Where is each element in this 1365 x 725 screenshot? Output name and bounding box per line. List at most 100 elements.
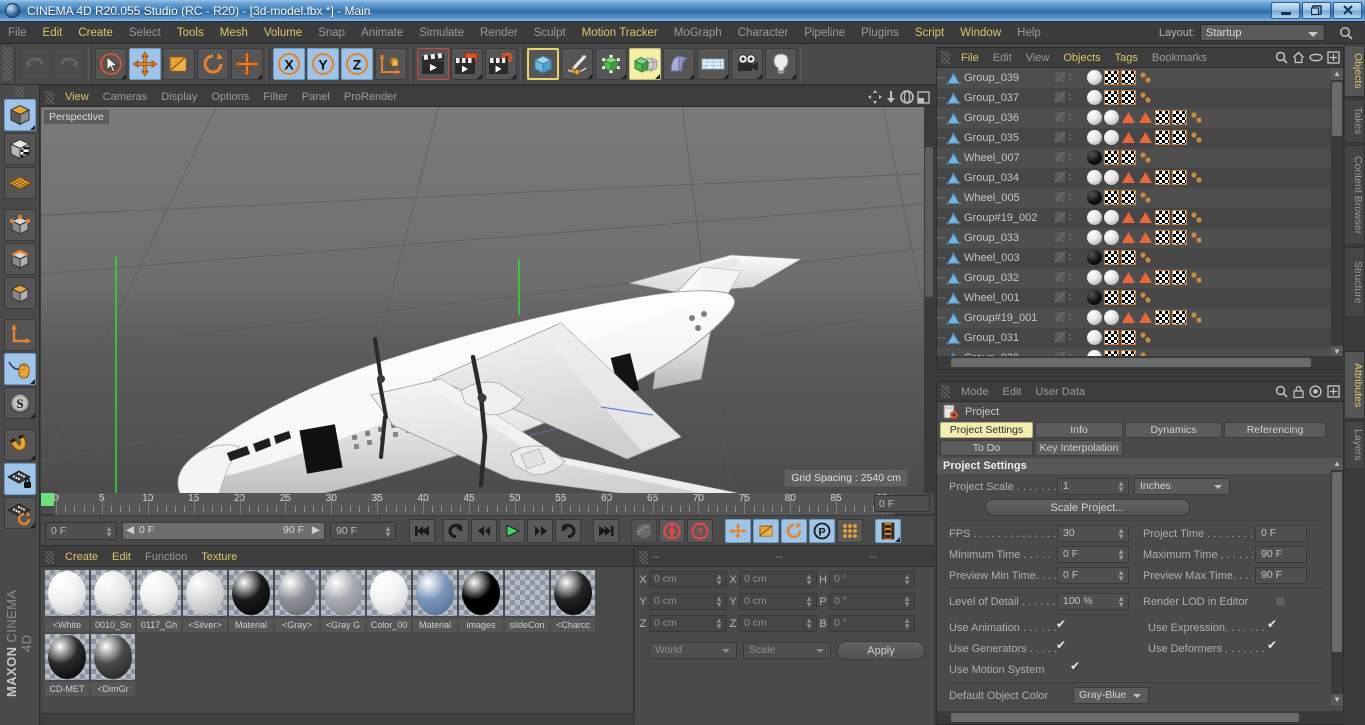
- object-enable-toggle[interactable]: [1054, 271, 1066, 283]
- viewport-menu-view[interactable]: View: [58, 91, 96, 103]
- points-mode-button[interactable]: [3, 209, 36, 241]
- phong-tag[interactable]: [1121, 110, 1136, 125]
- attribute-tab-info[interactable]: Info: [1035, 422, 1123, 438]
- material-item[interactable]: <Gray G: [321, 570, 365, 632]
- material-tag[interactable]: [1087, 70, 1102, 85]
- record-active-objects-button[interactable]: [631, 518, 657, 543]
- add-array-button[interactable]: [629, 48, 661, 80]
- coord-rotation-input[interactable]: 0 ° ▲ ▼: [829, 571, 915, 588]
- current-frame-input[interactable]: 0 F ▲ ▼: [45, 521, 117, 540]
- visibility-dots-icon[interactable]: [1069, 294, 1071, 300]
- uvw-tag[interactable]: [1155, 170, 1170, 185]
- uvw-tag[interactable]: [1104, 250, 1119, 265]
- material-item[interactable]: Color_00: [367, 570, 411, 632]
- object-enable-toggle[interactable]: [1054, 211, 1066, 223]
- uvw-tag[interactable]: [1172, 210, 1187, 225]
- search-icon[interactable]: [1275, 51, 1288, 64]
- uvw-tag[interactable]: [1172, 110, 1187, 125]
- uvw-tag[interactable]: [1172, 230, 1187, 245]
- uvw-tag[interactable]: [1172, 130, 1187, 145]
- uvw-tag[interactable]: [1155, 110, 1170, 125]
- fullscreen-icon[interactable]: [1327, 51, 1340, 64]
- scroll-thumb[interactable]: [1332, 82, 1342, 136]
- material-manager-grip[interactable]: [45, 550, 54, 564]
- menu-item-animate[interactable]: Animate: [353, 22, 411, 44]
- selection-tag[interactable]: [1189, 270, 1204, 285]
- workplane-mode-button[interactable]: [3, 167, 36, 199]
- viewport-menu-options[interactable]: Options: [204, 91, 256, 103]
- material-tag[interactable]: [1087, 250, 1102, 265]
- coord-apply-button[interactable]: Apply: [837, 641, 925, 660]
- visibility-dots-icon[interactable]: [1069, 234, 1071, 240]
- add-cube-button[interactable]: [527, 48, 559, 80]
- project-scale-input[interactable]: 1 ▲ ▼: [1057, 478, 1129, 495]
- add-generator-button[interactable]: [595, 48, 627, 80]
- material-tag[interactable]: [1104, 210, 1119, 225]
- material-item[interactable]: <White: [45, 570, 89, 632]
- attribute-vscrollbar[interactable]: ▲ ▼: [1331, 458, 1343, 706]
- selection-tag[interactable]: [1138, 250, 1153, 265]
- scroll-up-arrow[interactable]: ▲: [1331, 68, 1343, 80]
- go-to-start-button[interactable]: [409, 518, 435, 543]
- object-menu-file[interactable]: File: [954, 52, 986, 64]
- object-row[interactable]: ─ Group_031: [937, 328, 1332, 348]
- menu-item-tools[interactable]: Tools: [169, 22, 212, 44]
- visibility-dots-icon[interactable]: [1069, 154, 1071, 160]
- object-enable-toggle[interactable]: [1054, 191, 1066, 203]
- uvw-tag[interactable]: [1155, 230, 1170, 245]
- uvw-tag[interactable]: [1121, 90, 1136, 105]
- material-item[interactable]: <Gray>: [275, 570, 319, 632]
- material-tag[interactable]: [1087, 210, 1102, 225]
- visibility-dots-icon[interactable]: [1069, 194, 1071, 200]
- layout-dropdown[interactable]: Startup: [1200, 24, 1325, 41]
- uvw-tag[interactable]: [1155, 130, 1170, 145]
- object-row[interactable]: ─ Group_034: [937, 168, 1332, 188]
- menu-item-volume[interactable]: Volume: [256, 22, 310, 44]
- material-item[interactable]: CD-MET: [45, 634, 89, 696]
- rotation-key-button[interactable]: [781, 518, 807, 543]
- material-item[interactable]: Material: [229, 570, 273, 632]
- menu-item-sculpt[interactable]: Sculpt: [526, 22, 574, 44]
- object-row[interactable]: ─ Group_035: [937, 128, 1332, 148]
- viewport-3d-scene[interactable]: Y Z X: [41, 107, 934, 493]
- default-color-select[interactable]: Gray-Blue: [1073, 687, 1149, 704]
- menu-item-mesh[interactable]: Mesh: [212, 22, 256, 44]
- search-icon[interactable]: [1275, 385, 1288, 398]
- object-row[interactable]: ─ Group_039: [937, 68, 1332, 88]
- material-tag[interactable]: [1104, 310, 1119, 325]
- phong-tag[interactable]: [1138, 230, 1153, 245]
- range-left-arrow[interactable]: ◀: [126, 524, 134, 536]
- menu-item-character[interactable]: Character: [730, 22, 797, 44]
- selection-tag[interactable]: [1138, 90, 1153, 105]
- workplane-lock-button[interactable]: [3, 463, 36, 495]
- uvw-tag[interactable]: [1155, 310, 1170, 325]
- home-icon[interactable]: [1292, 51, 1305, 64]
- material-tag[interactable]: [1087, 290, 1102, 305]
- autokeying-button[interactable]: [659, 518, 685, 543]
- object-row[interactable]: ─ Group_032: [937, 268, 1332, 288]
- max-frame-input[interactable]: 90 F ▲ ▼: [330, 521, 396, 540]
- material-tag[interactable]: [1087, 150, 1102, 165]
- material-tag[interactable]: [1104, 110, 1119, 125]
- selection-tag[interactable]: [1189, 310, 1204, 325]
- phong-tag[interactable]: [1121, 310, 1136, 325]
- material-tag[interactable]: [1087, 90, 1102, 105]
- object-manager-grip[interactable]: [941, 51, 950, 64]
- previous-frame-button[interactable]: [471, 518, 497, 543]
- uvw-tag[interactable]: [1104, 150, 1119, 165]
- redo-button[interactable]: [53, 48, 85, 80]
- material-menu-function[interactable]: Function: [138, 551, 194, 563]
- material-manager-scrollbar[interactable]: [41, 713, 634, 725]
- viewport-scrollbar[interactable]: [924, 107, 934, 493]
- menu-item-mograph[interactable]: MoGraph: [666, 22, 730, 44]
- add-environment-button[interactable]: [697, 48, 729, 80]
- vertical-tab-layers[interactable]: Layers: [1344, 421, 1365, 469]
- y-axis-lock[interactable]: Y: [307, 48, 339, 80]
- selection-tag[interactable]: [1189, 130, 1204, 145]
- menu-item-help[interactable]: Help: [1009, 22, 1049, 44]
- attribute-menu-edit[interactable]: Edit: [996, 386, 1029, 398]
- x-axis-lock[interactable]: X: [273, 48, 305, 80]
- timeline-ruler[interactable]: 051015202530354045505560657075808590: [53, 493, 894, 515]
- attribute-hscrollbar[interactable]: [937, 711, 1345, 724]
- object-enable-toggle[interactable]: [1054, 171, 1066, 183]
